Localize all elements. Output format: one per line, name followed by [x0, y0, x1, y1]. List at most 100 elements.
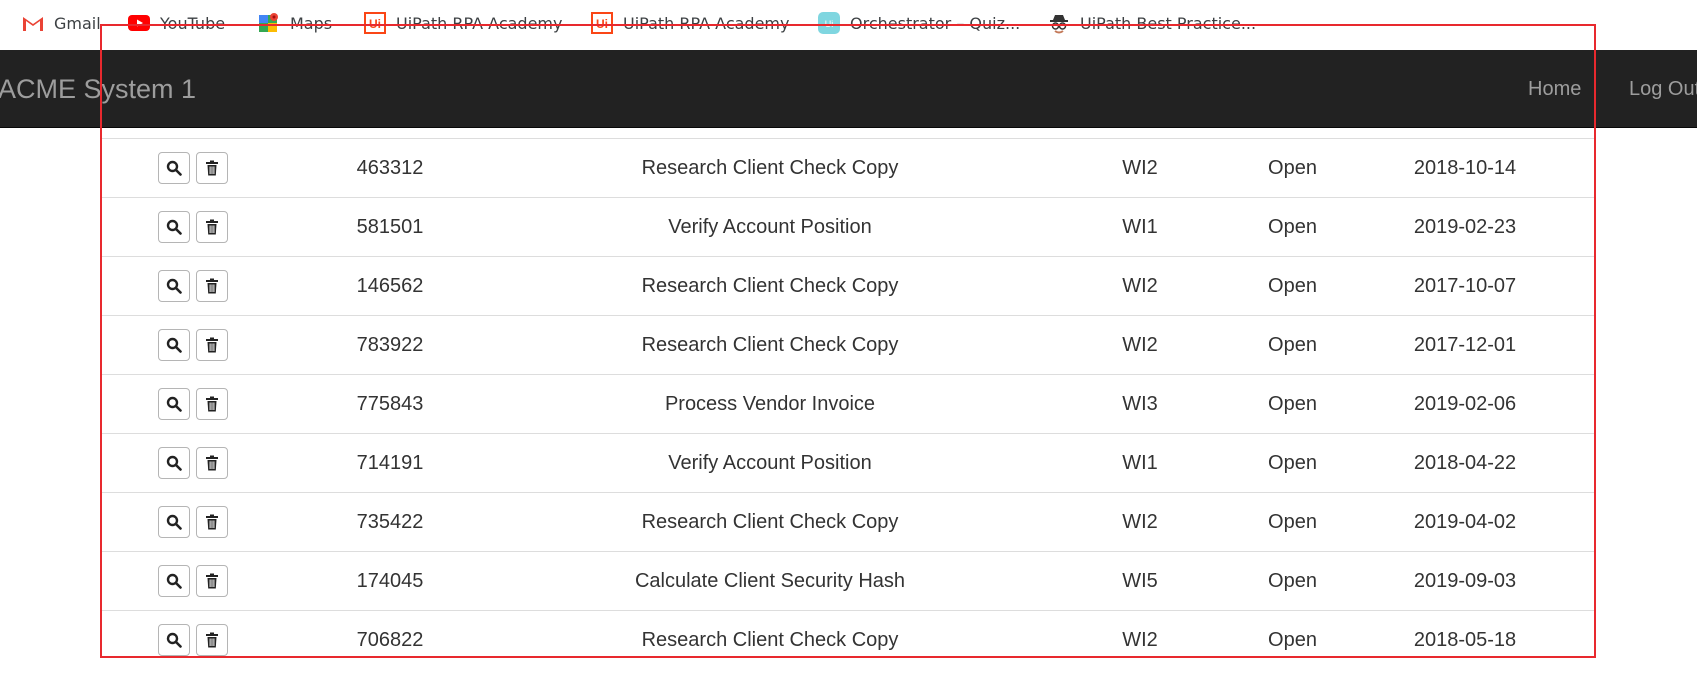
table-row: 146562 Research Client Check Copy WI2 Open 2… — [100, 256, 1596, 315]
delete-button[interactable] — [195, 624, 228, 656]
bookmark-gmail[interactable]: Gmail — [22, 11, 101, 35]
table-row: 714191 Verify Account Position WI1 Open 2018… — [100, 433, 1596, 492]
trash-icon — [205, 632, 219, 648]
work-item-status: Open — [1268, 628, 1317, 651]
work-item-status: Open — [1268, 215, 1317, 238]
work-item-id: 463312 — [356, 156, 424, 179]
work-item-status: Open — [1268, 156, 1317, 179]
table-row: 706822 Research Client Check Copy WI2 Open 2… — [100, 610, 1596, 669]
work-item-type: WI1 — [1122, 451, 1158, 474]
uipath-icon: Ui — [364, 12, 386, 34]
svg-text:Ui: Ui — [825, 19, 834, 29]
view-button[interactable] — [157, 565, 190, 597]
work-item-id: 581501 — [356, 215, 424, 238]
view-button[interactable] — [157, 624, 190, 656]
search-icon — [166, 455, 182, 471]
bookmark-label: YouTube — [160, 13, 226, 33]
work-item-id: 706822 — [356, 628, 424, 651]
row-actions — [100, 198, 285, 256]
bookmark-label: UiPath Best Practice... — [1080, 13, 1257, 33]
delete-button[interactable] — [195, 211, 228, 243]
bookmark-label: UiPath RPA Academy — [396, 13, 563, 33]
svg-text:Ui: Ui — [369, 17, 381, 31]
work-item-type: WI2 — [1122, 628, 1158, 651]
table-row: 581501 Verify Account Position WI1 Open 2019… — [100, 197, 1596, 256]
view-button[interactable] — [157, 506, 190, 538]
table-row: 735422 Research Client Check Copy WI2 Open 2… — [100, 492, 1596, 551]
row-actions — [100, 375, 285, 433]
trash-icon — [205, 573, 219, 589]
work-item-type: WI2 — [1122, 156, 1158, 179]
work-item-date: 2017-10-07 — [1413, 274, 1517, 297]
work-item-type: WI1 — [1122, 215, 1158, 238]
work-item-status: Open — [1268, 274, 1317, 297]
row-actions — [100, 611, 285, 669]
trash-icon — [205, 278, 219, 294]
search-icon — [166, 278, 182, 294]
delete-button[interactable] — [195, 388, 228, 420]
gmail-icon — [22, 12, 44, 34]
view-button[interactable] — [157, 211, 190, 243]
bookmark-label: Gmail — [54, 13, 101, 33]
row-actions — [100, 552, 285, 610]
trash-icon — [205, 396, 219, 412]
delete-button[interactable] — [195, 152, 228, 184]
work-item-description: Research Client Check Copy — [641, 628, 899, 651]
search-icon — [166, 337, 182, 353]
row-actions — [100, 139, 285, 197]
nav-home-link[interactable]: Home — [1528, 78, 1581, 101]
delete-button[interactable] — [195, 329, 228, 361]
work-item-type: WI3 — [1122, 392, 1158, 415]
bookmark-maps[interactable]: Maps — [258, 11, 332, 35]
view-button[interactable] — [157, 388, 190, 420]
brand-title[interactable]: ACME System 1 — [0, 74, 196, 105]
delete-button[interactable] — [195, 270, 228, 302]
search-icon — [166, 160, 182, 176]
svg-text:Ui: Ui — [596, 17, 608, 31]
bookmark-best-practices[interactable]: UiPath Best Practice... — [1048, 11, 1256, 35]
delete-button[interactable] — [195, 565, 228, 597]
work-item-date: 2018-05-18 — [1413, 628, 1517, 651]
work-item-status: Open — [1268, 510, 1317, 533]
work-item-date: 2019-02-06 — [1413, 392, 1517, 415]
trash-icon — [205, 160, 219, 176]
work-item-description: Research Client Check Copy — [641, 333, 899, 356]
work-item-date: 2018-10-14 — [1413, 156, 1517, 179]
trash-icon — [205, 219, 219, 235]
table-row: 174045 Calculate Client Security Hash WI5 O… — [100, 551, 1596, 610]
view-button[interactable] — [157, 270, 190, 302]
work-item-description: Research Client Check Copy — [641, 510, 899, 533]
uipath-icon: Ui — [591, 12, 613, 34]
search-icon — [166, 396, 182, 412]
delete-button[interactable] — [195, 506, 228, 538]
bookmark-uipath-academy-2[interactable]: Ui UiPath RPA Academy — [591, 11, 789, 35]
search-icon — [166, 632, 182, 648]
work-item-status: Open — [1268, 451, 1317, 474]
maps-icon — [258, 12, 280, 34]
work-item-type: WI2 — [1122, 333, 1158, 356]
work-item-id: 174045 — [356, 569, 424, 592]
work-item-description: Process Vendor Invoice — [664, 392, 876, 415]
table-row: 463312 Research Client Check Copy WI2 Open 2… — [100, 139, 1596, 197]
work-item-date: 2017-12-01 — [1413, 333, 1517, 356]
work-item-type: WI2 — [1122, 510, 1158, 533]
work-item-description: Verify Account Position — [668, 451, 872, 474]
view-button[interactable] — [157, 329, 190, 361]
work-item-status: Open — [1268, 569, 1317, 592]
trash-icon — [205, 455, 219, 471]
work-item-type: WI2 — [1122, 274, 1158, 297]
bookmark-orchestrator[interactable]: Ui Orchestrator – Quiz... — [818, 11, 1020, 35]
search-icon — [166, 514, 182, 530]
view-button[interactable] — [157, 447, 190, 479]
bookmark-youtube[interactable]: YouTube — [128, 11, 225, 35]
nav-logout-link[interactable]: Log Out — [1629, 78, 1697, 101]
work-item-id: 714191 — [356, 451, 424, 474]
view-button[interactable] — [157, 152, 190, 184]
work-item-date: 2019-09-03 — [1413, 569, 1517, 592]
work-item-id: 735422 — [356, 510, 424, 533]
bookmark-uipath-academy-1[interactable]: Ui UiPath RPA Academy — [364, 11, 562, 35]
trash-icon — [205, 514, 219, 530]
bookmark-label: Orchestrator – Quiz... — [850, 13, 1021, 33]
search-icon — [166, 219, 182, 235]
delete-button[interactable] — [195, 447, 228, 479]
